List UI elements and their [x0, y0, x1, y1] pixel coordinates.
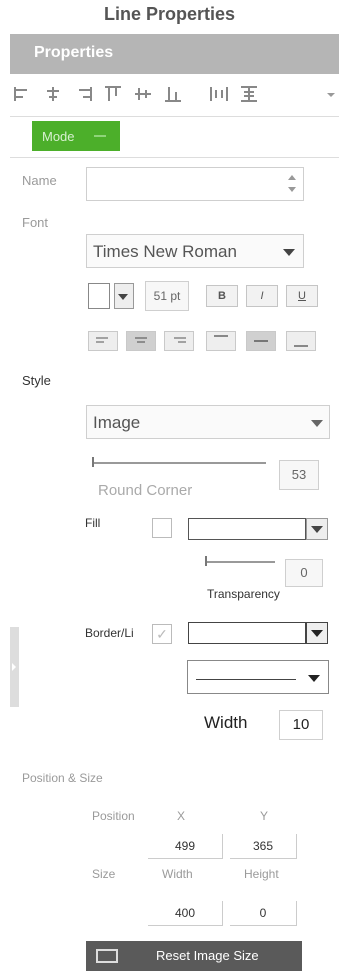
page-title: Line Properties: [103, 4, 236, 24]
chevron-down-icon: [283, 249, 295, 256]
text-align-center-icon[interactable]: [126, 331, 156, 351]
style-type-select[interactable]: Image: [86, 405, 330, 439]
width-label: Width: [204, 713, 248, 732]
font-color-swatch[interactable]: [88, 283, 110, 309]
collapse-handle[interactable]: [10, 627, 19, 707]
chevron-down-icon: [308, 675, 320, 682]
font-label: Font: [22, 215, 49, 230]
mode-button[interactable]: Mode: [32, 121, 120, 151]
border-checkbox[interactable]: ✓: [152, 624, 172, 644]
y-label: Y: [260, 809, 269, 823]
transparency-input[interactable]: 0: [285, 559, 323, 587]
width-column-label: Width: [162, 867, 193, 881]
properties-panel-header: Properties: [10, 34, 339, 74]
alignment-toolbar: [10, 80, 339, 112]
valign-bottom-icon[interactable]: [286, 331, 316, 351]
transparency-slider[interactable]: [205, 561, 275, 563]
distribute-vertical-icon[interactable]: [240, 86, 258, 102]
width-input[interactable]: 10: [279, 710, 323, 740]
round-corner-input[interactable]: 53: [279, 460, 319, 490]
reset-image-size-button[interactable]: Reset Image Size: [86, 941, 302, 971]
position-size-label: Position & Size: [22, 771, 103, 785]
font-size-input[interactable]: 51 pt: [145, 281, 189, 311]
font-color-dropdown[interactable]: [114, 283, 134, 309]
position-label: Position: [92, 809, 135, 823]
name-spinner-icon[interactable]: [287, 174, 297, 196]
fill-checkbox[interactable]: [152, 518, 172, 538]
size-height-input[interactable]: 0: [230, 901, 297, 926]
mode-dropdown-icon: [94, 135, 106, 137]
fill-color-dropdown[interactable]: [306, 518, 328, 540]
align-right-icon[interactable]: [74, 86, 92, 102]
font-family-select[interactable]: Times New Roman: [86, 234, 304, 268]
chevron-down-icon: [311, 420, 323, 427]
line-style-select[interactable]: [187, 660, 329, 694]
reset-image-size-label: Reset Image Size: [156, 948, 259, 963]
text-align-right-icon[interactable]: [164, 331, 194, 351]
style-type-value: Image: [93, 413, 141, 432]
line-style-preview: [196, 679, 296, 680]
valign-top-icon[interactable]: [206, 331, 236, 351]
bold-button[interactable]: B: [206, 285, 238, 307]
chevron-down-icon: [311, 526, 323, 533]
align-left-icon[interactable]: [14, 86, 32, 102]
align-bottom-icon[interactable]: [164, 86, 182, 102]
transparency-slider-handle[interactable]: [205, 556, 207, 566]
chevron-down-icon: [311, 630, 323, 637]
position-y-input[interactable]: 365: [230, 834, 297, 859]
round-corner-slider-handle[interactable]: [92, 457, 94, 467]
x-label: X: [177, 809, 186, 823]
align-center-icon[interactable]: [44, 86, 62, 102]
transparency-label: Transparency: [207, 587, 280, 601]
fill-label: Fill: [85, 516, 101, 530]
panel-title: Properties: [34, 44, 114, 61]
chevron-down-icon: [118, 294, 128, 300]
name-label: Name: [22, 173, 57, 188]
border-color-dropdown[interactable]: [306, 622, 328, 644]
image-icon: [96, 949, 118, 963]
border-label: Border/Li: [85, 626, 134, 640]
style-label: Style: [22, 373, 51, 388]
name-input[interactable]: [86, 167, 304, 201]
distribute-horizontal-icon[interactable]: [210, 86, 228, 102]
round-corner-slider[interactable]: [92, 462, 266, 464]
fill-color-swatch[interactable]: [188, 518, 306, 540]
round-corner-label: Round Corner: [98, 482, 193, 499]
position-x-input[interactable]: 499: [148, 834, 223, 859]
mode-row: Mode: [10, 116, 339, 158]
size-label: Size: [92, 867, 116, 881]
size-width-input[interactable]: 400: [148, 901, 223, 926]
height-column-label: Height: [244, 867, 279, 881]
font-family-value: Times New Roman: [93, 242, 237, 261]
overflow-dropdown-icon[interactable]: [322, 86, 339, 102]
border-color-swatch[interactable]: [188, 622, 306, 644]
align-middle-icon[interactable]: [134, 86, 152, 102]
underline-button[interactable]: U: [286, 285, 318, 307]
italic-button[interactable]: I: [246, 285, 278, 307]
text-align-left-icon[interactable]: [88, 331, 118, 351]
mode-label: Mode: [42, 129, 75, 144]
align-top-icon[interactable]: [104, 86, 122, 102]
valign-middle-icon[interactable]: [246, 331, 276, 351]
